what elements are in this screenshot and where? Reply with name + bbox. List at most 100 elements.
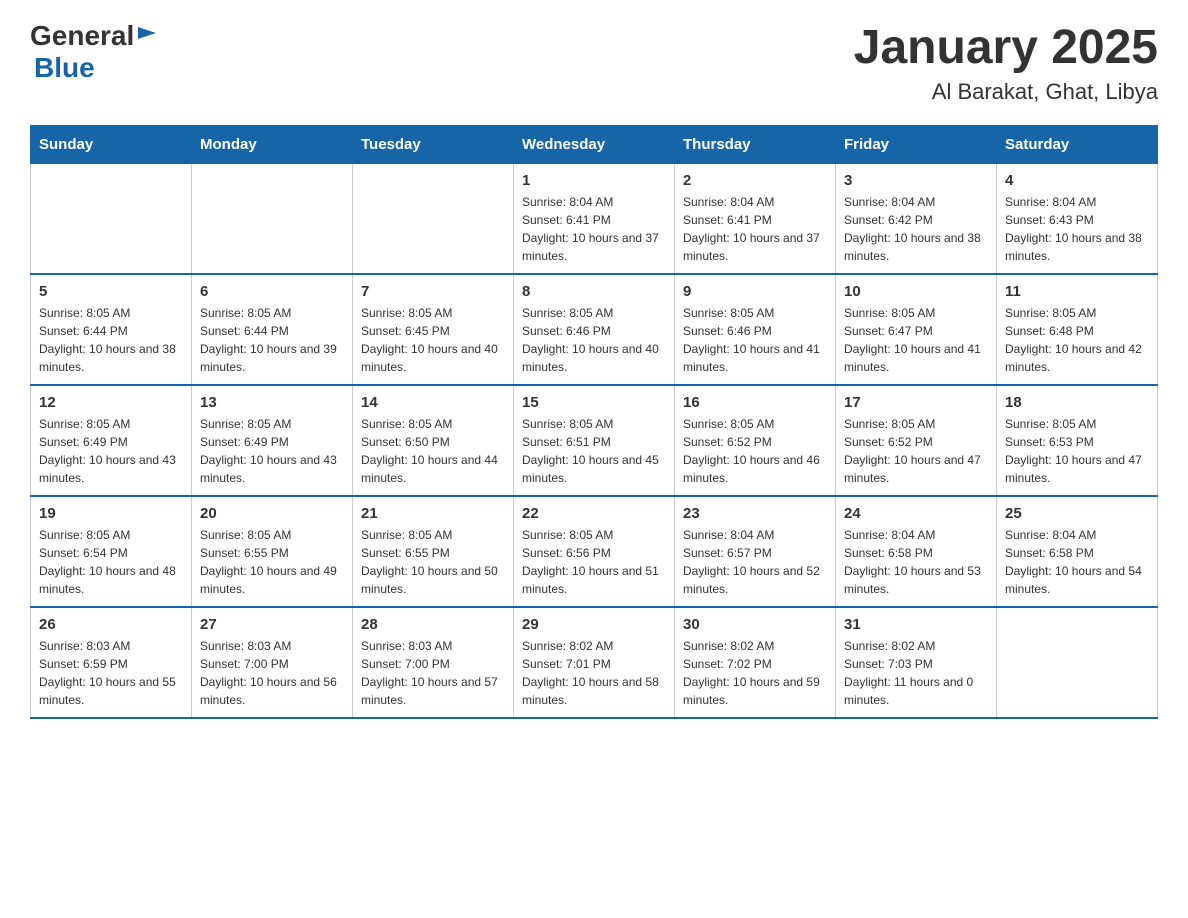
page-header: General Blue January 2025 Al Barakat, Gh…	[30, 20, 1158, 105]
calendar-week-row: 19 Sunrise: 8:05 AM Sunset: 6:54 PM Dayli…	[31, 496, 1158, 607]
calendar-cell: 5 Sunrise: 8:05 AM Sunset: 6:44 PM Daylig…	[31, 274, 192, 385]
month-year-title: January 2025	[854, 20, 1158, 75]
day-number: 13	[200, 394, 344, 411]
calendar-cell: 16 Sunrise: 8:05 AM Sunset: 6:52 PM Dayli…	[675, 385, 836, 496]
day-info: Sunrise: 8:05 AM Sunset: 6:54 PM Dayligh…	[39, 526, 183, 598]
calendar-cell: 4 Sunrise: 8:04 AM Sunset: 6:43 PM Daylig…	[997, 164, 1158, 275]
calendar-table: SundayMondayTuesdayWednesdayThursdayFrid…	[30, 125, 1158, 719]
calendar-cell	[997, 607, 1158, 718]
weekday-header-row: SundayMondayTuesdayWednesdayThursdayFrid…	[31, 126, 1158, 164]
calendar-cell: 17Sunrise: 8:05 AM Sunset: 6:52 PM Dayli…	[836, 385, 997, 496]
day-info: Sunrise: 8:03 AM Sunset: 7:00 PM Dayligh…	[361, 637, 505, 709]
day-info: Sunrise: 8:04 AM Sunset: 6:43 PM Dayligh…	[1005, 193, 1149, 265]
calendar-cell: 8 Sunrise: 8:05 AM Sunset: 6:46 PM Daylig…	[514, 274, 675, 385]
calendar-cell	[353, 164, 514, 275]
day-number: 1	[522, 172, 666, 189]
day-info: Sunrise: 8:05 AM Sunset: 6:52 PM Dayligh…	[844, 415, 988, 487]
day-number: 26	[39, 616, 183, 633]
day-info: Sunrise: 8:05 AM Sunset: 6:53 PM Dayligh…	[1005, 415, 1149, 487]
day-info: Sunrise: 8:05 AM Sunset: 6:52 PM Dayligh…	[683, 415, 827, 487]
day-number: 21	[361, 505, 505, 522]
day-info: Sunrise: 8:05 AM Sunset: 6:46 PM Dayligh…	[683, 304, 827, 376]
calendar-cell: 11Sunrise: 8:05 AM Sunset: 6:48 PM Dayli…	[997, 274, 1158, 385]
day-info: Sunrise: 8:05 AM Sunset: 6:49 PM Dayligh…	[39, 415, 183, 487]
calendar-week-row: 26 Sunrise: 8:03 AM Sunset: 6:59 PM Dayli…	[31, 607, 1158, 718]
calendar-body: 1 Sunrise: 8:04 AM Sunset: 6:41 PM Daylig…	[31, 164, 1158, 719]
day-info: Sunrise: 8:05 AM Sunset: 6:49 PM Dayligh…	[200, 415, 344, 487]
calendar-cell: 10Sunrise: 8:05 AM Sunset: 6:47 PM Dayli…	[836, 274, 997, 385]
day-number: 5	[39, 283, 183, 300]
calendar-cell: 30 Sunrise: 8:02 AM Sunset: 7:02 PM Dayli…	[675, 607, 836, 718]
logo-flag-icon	[136, 25, 158, 47]
day-number: 22	[522, 505, 666, 522]
day-number: 24	[844, 505, 988, 522]
day-number: 31	[844, 616, 988, 633]
day-number: 15	[522, 394, 666, 411]
day-number: 29	[522, 616, 666, 633]
day-info: Sunrise: 8:03 AM Sunset: 7:00 PM Dayligh…	[200, 637, 344, 709]
day-number: 19	[39, 505, 183, 522]
day-number: 7	[361, 283, 505, 300]
day-info: Sunrise: 8:05 AM Sunset: 6:55 PM Dayligh…	[200, 526, 344, 598]
calendar-cell: 27 Sunrise: 8:03 AM Sunset: 7:00 PM Dayli…	[192, 607, 353, 718]
calendar-cell: 24Sunrise: 8:04 AM Sunset: 6:58 PM Dayli…	[836, 496, 997, 607]
title-area: January 2025 Al Barakat, Ghat, Libya	[854, 20, 1158, 105]
calendar-cell	[31, 164, 192, 275]
calendar-cell: 9Sunrise: 8:05 AM Sunset: 6:46 PM Daylig…	[675, 274, 836, 385]
calendar-week-row: 12 Sunrise: 8:05 AM Sunset: 6:49 PM Dayli…	[31, 385, 1158, 496]
day-info: Sunrise: 8:04 AM Sunset: 6:57 PM Dayligh…	[683, 526, 827, 598]
day-info: Sunrise: 8:05 AM Sunset: 6:46 PM Dayligh…	[522, 304, 666, 376]
day-info: Sunrise: 8:04 AM Sunset: 6:41 PM Dayligh…	[683, 193, 827, 265]
day-number: 30	[683, 616, 827, 633]
day-number: 4	[1005, 172, 1149, 189]
day-number: 10	[844, 283, 988, 300]
day-info: Sunrise: 8:02 AM Sunset: 7:01 PM Dayligh…	[522, 637, 666, 709]
day-number: 25	[1005, 505, 1149, 522]
day-number: 12	[39, 394, 183, 411]
calendar-cell: 18 Sunrise: 8:05 AM Sunset: 6:53 PM Dayli…	[997, 385, 1158, 496]
weekday-header-tuesday: Tuesday	[353, 126, 514, 164]
day-number: 23	[683, 505, 827, 522]
calendar-cell: 19 Sunrise: 8:05 AM Sunset: 6:54 PM Dayli…	[31, 496, 192, 607]
calendar-cell: 22Sunrise: 8:05 AM Sunset: 6:56 PM Dayli…	[514, 496, 675, 607]
calendar-cell: 14Sunrise: 8:05 AM Sunset: 6:50 PM Dayli…	[353, 385, 514, 496]
logo: General Blue	[30, 20, 158, 84]
day-info: Sunrise: 8:05 AM Sunset: 6:45 PM Dayligh…	[361, 304, 505, 376]
location-subtitle: Al Barakat, Ghat, Libya	[854, 79, 1158, 105]
calendar-cell: 25Sunrise: 8:04 AM Sunset: 6:58 PM Dayli…	[997, 496, 1158, 607]
day-info: Sunrise: 8:05 AM Sunset: 6:51 PM Dayligh…	[522, 415, 666, 487]
calendar-cell: 2 Sunrise: 8:04 AM Sunset: 6:41 PM Daylig…	[675, 164, 836, 275]
day-number: 2	[683, 172, 827, 189]
calendar-cell: 12 Sunrise: 8:05 AM Sunset: 6:49 PM Dayli…	[31, 385, 192, 496]
day-info: Sunrise: 8:05 AM Sunset: 6:44 PM Dayligh…	[39, 304, 183, 376]
calendar-cell: 23 Sunrise: 8:04 AM Sunset: 6:57 PM Dayli…	[675, 496, 836, 607]
weekday-header-sunday: Sunday	[31, 126, 192, 164]
day-number: 14	[361, 394, 505, 411]
day-number: 8	[522, 283, 666, 300]
calendar-cell: 20Sunrise: 8:05 AM Sunset: 6:55 PM Dayli…	[192, 496, 353, 607]
calendar-cell: 26 Sunrise: 8:03 AM Sunset: 6:59 PM Dayli…	[31, 607, 192, 718]
day-number: 6	[200, 283, 344, 300]
logo-general-text: General	[30, 20, 134, 52]
calendar-week-row: 5 Sunrise: 8:05 AM Sunset: 6:44 PM Daylig…	[31, 274, 1158, 385]
day-info: Sunrise: 8:02 AM Sunset: 7:02 PM Dayligh…	[683, 637, 827, 709]
calendar-cell: 13 Sunrise: 8:05 AM Sunset: 6:49 PM Dayli…	[192, 385, 353, 496]
weekday-header-saturday: Saturday	[997, 126, 1158, 164]
logo-blue-text: Blue	[34, 52, 95, 83]
day-info: Sunrise: 8:04 AM Sunset: 6:41 PM Dayligh…	[522, 193, 666, 265]
day-info: Sunrise: 8:05 AM Sunset: 6:48 PM Dayligh…	[1005, 304, 1149, 376]
day-info: Sunrise: 8:02 AM Sunset: 7:03 PM Dayligh…	[844, 637, 988, 709]
weekday-header-friday: Friday	[836, 126, 997, 164]
calendar-cell: 21 Sunrise: 8:05 AM Sunset: 6:55 PM Dayli…	[353, 496, 514, 607]
calendar-week-row: 1 Sunrise: 8:04 AM Sunset: 6:41 PM Daylig…	[31, 164, 1158, 275]
calendar-cell: 6Sunrise: 8:05 AM Sunset: 6:44 PM Daylig…	[192, 274, 353, 385]
calendar-cell: 1 Sunrise: 8:04 AM Sunset: 6:41 PM Daylig…	[514, 164, 675, 275]
calendar-cell	[192, 164, 353, 275]
calendar-cell: 31 Sunrise: 8:02 AM Sunset: 7:03 PM Dayli…	[836, 607, 997, 718]
day-number: 16	[683, 394, 827, 411]
day-number: 27	[200, 616, 344, 633]
calendar-cell: 3Sunrise: 8:04 AM Sunset: 6:42 PM Daylig…	[836, 164, 997, 275]
day-info: Sunrise: 8:03 AM Sunset: 6:59 PM Dayligh…	[39, 637, 183, 709]
day-number: 18	[1005, 394, 1149, 411]
day-info: Sunrise: 8:05 AM Sunset: 6:55 PM Dayligh…	[361, 526, 505, 598]
